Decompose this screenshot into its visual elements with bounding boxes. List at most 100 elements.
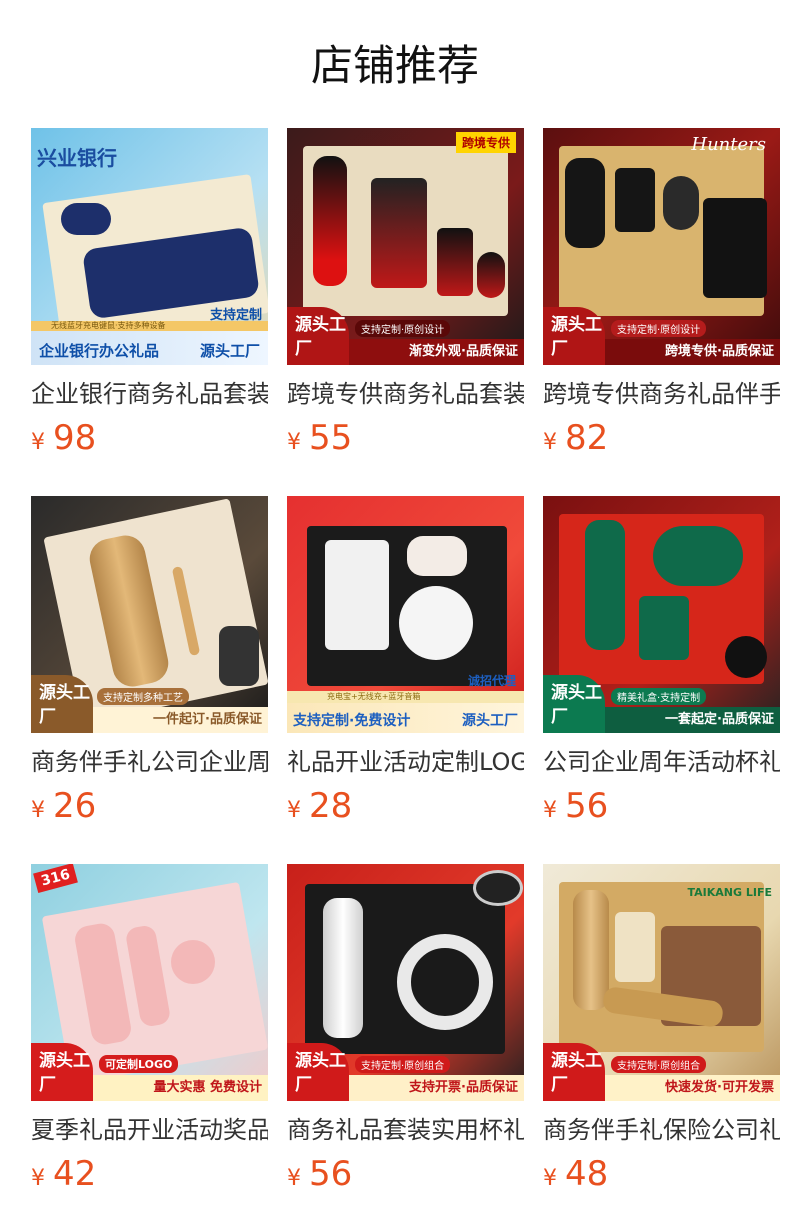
product-price: ¥82 — [543, 418, 608, 458]
banner-right-text: 源头工厂 — [199, 342, 260, 360]
product-image[interactable]: 源头工厂 支持定制·原创组合 支持开票·品质保证 — [287, 864, 524, 1101]
mouse-graphic — [477, 252, 505, 298]
product-name[interactable]: 夏季礼品开业活动奖品 — [31, 1115, 268, 1145]
factory-badge: 源头工厂 — [31, 675, 93, 733]
notebook-graphic — [703, 198, 767, 298]
product-name[interactable]: 商务伴手礼保险公司礼品 — [543, 1115, 780, 1145]
price-symbol: ¥ — [287, 430, 301, 455]
powerbank-graphic — [615, 168, 655, 232]
price-value: 26 — [53, 786, 97, 826]
product-card[interactable]: 源头工厂 支持定制多种工艺 一件起订·品质保证 商务伴手礼公司企业周年 ¥26 — [31, 496, 268, 864]
mouse-graphic — [61, 203, 111, 235]
powerbank-graphic — [325, 540, 389, 650]
banner-left-text: 支持定制·免费设计 — [293, 713, 411, 729]
price-symbol: ¥ — [543, 1166, 557, 1191]
price-value: 48 — [565, 1154, 609, 1194]
product-card[interactable]: 充电宝+无线充+蓝牙音箱 支持定制·免费设计 源头工厂 诚招代理 礼品开业活动定… — [287, 496, 524, 864]
factory-badge: 源头工厂 — [543, 1043, 605, 1101]
price-value: 56 — [565, 786, 609, 826]
product-price: ¥56 — [287, 1154, 352, 1194]
mouse-graphic — [663, 176, 699, 230]
tag-small: 可定制LOGO — [99, 1055, 179, 1073]
banner: 支持定制·免费设计 源头工厂 — [287, 703, 524, 733]
tagline: 跨境专供·品质保证 — [665, 344, 774, 359]
product-card[interactable]: 316 源头工厂 可定制LOGO 量大实惠 免费设计 夏季礼品开业活动奖品 ¥4… — [31, 864, 268, 1232]
recommend-page: 店铺推荐 兴业银行 无线蓝牙充电键鼠·支持多种设备 企业银行办公礼品 源头工厂 … — [0, 0, 790, 1232]
product-image[interactable]: 源头工厂 支持定制多种工艺 一件起订·品质保证 — [31, 496, 268, 733]
corner-label: 316 — [33, 864, 79, 893]
price-value: 42 — [53, 1154, 97, 1194]
brand-logo: TAIKANG LIFE — [687, 886, 773, 899]
product-name[interactable]: 企业银行商务礼品套装 — [31, 379, 268, 409]
product-price: ¥48 — [543, 1154, 608, 1194]
factory-badge: 源头工厂 — [31, 1043, 93, 1101]
product-image[interactable]: 兴业银行 无线蓝牙充电键鼠·支持多种设备 企业银行办公礼品 源头工厂 支持定制 — [31, 128, 268, 365]
factory-badge: 源头工厂 — [287, 1043, 349, 1101]
powerbank-graphic — [615, 912, 655, 982]
notebook-graphic — [371, 178, 427, 288]
product-image[interactable]: 源头工厂 精美礼盒·支持定制 一套起定·品质保证 — [543, 496, 780, 733]
product-name[interactable]: 礼品开业活动定制LOGO — [287, 747, 524, 777]
speaker-graphic — [473, 870, 523, 906]
price-value: 55 — [309, 418, 353, 458]
tagline: 一套起定·品质保证 — [665, 712, 774, 727]
product-price: ¥56 — [543, 786, 608, 826]
price-value: 98 — [53, 418, 97, 458]
price-value: 56 — [309, 1154, 353, 1194]
tag-small: 支持定制·原创设计 — [355, 320, 451, 337]
factory-badge: 源头工厂 — [287, 307, 349, 365]
banner-right-top-text: 支持定制 — [209, 308, 262, 323]
product-image[interactable]: TAIKANG LIFE 源头工厂 支持定制·原创组合 快速发货·可开发票 — [543, 864, 780, 1101]
bottle-graphic — [323, 898, 363, 1038]
powerbank-graphic — [437, 228, 473, 296]
speaker-graphic — [407, 536, 467, 576]
banner-right-text: 源头工厂 — [462, 713, 518, 729]
product-name[interactable]: 跨境专供商务礼品套装 — [287, 379, 524, 409]
product-name[interactable]: 商务伴手礼公司企业周年 — [31, 747, 268, 777]
bottle-graphic — [585, 520, 625, 650]
product-image[interactable]: 316 源头工厂 可定制LOGO 量大实惠 免费设计 — [31, 864, 268, 1101]
product-card[interactable]: 源头工厂 精美礼盒·支持定制 一套起定·品质保证 公司企业周年活动杯礼盒 ¥56 — [543, 496, 780, 864]
product-price: ¥55 — [287, 418, 352, 458]
product-name[interactable]: 商务礼品套装实用杯礼盒 — [287, 1115, 524, 1145]
price-symbol: ¥ — [287, 798, 301, 823]
product-card[interactable]: TAIKANG LIFE 源头工厂 支持定制·原创组合 快速发货·可开发票 商务… — [543, 864, 780, 1232]
product-image[interactable]: 跨境专供 源头工厂 支持定制·原创设计 渐变外观·品质保证 — [287, 128, 524, 365]
corner-label: 跨境专供 — [455, 132, 516, 153]
banner-right-top-text: 诚招代理 — [467, 674, 516, 688]
product-card[interactable]: Hunters 源头工厂 支持定制·原创设计 跨境专供·品质保证 跨境专供商务礼… — [543, 128, 780, 496]
tagline: 量大实惠 免费设计 — [153, 1080, 262, 1095]
price-symbol: ¥ — [31, 1166, 45, 1191]
brand-logo: 兴业银行 — [37, 146, 117, 170]
product-image[interactable]: 充电宝+无线充+蓝牙音箱 支持定制·免费设计 源头工厂 诚招代理 — [287, 496, 524, 733]
neck-massager-graphic — [397, 934, 493, 1030]
price-symbol: ¥ — [287, 1166, 301, 1191]
tag-small: 支持定制多种工艺 — [97, 688, 189, 705]
product-card[interactable]: 兴业银行 无线蓝牙充电键鼠·支持多种设备 企业银行办公礼品 源头工厂 支持定制 … — [31, 128, 268, 496]
product-name[interactable]: 跨境专供商务礼品伴手礼 — [543, 379, 780, 409]
bottle-graphic — [313, 156, 347, 286]
bottle-graphic — [565, 158, 605, 248]
fan-graphic — [171, 940, 215, 984]
product-image[interactable]: Hunters 源头工厂 支持定制·原创设计 跨境专供·品质保证 — [543, 128, 780, 365]
bottle-graphic — [573, 890, 609, 1010]
product-card[interactable]: 跨境专供 源头工厂 支持定制·原创设计 渐变外观·品质保证 跨境专供商务礼品套装… — [287, 128, 524, 496]
banner-left-text: 企业银行办公礼品 — [39, 342, 160, 360]
umbrella-graphic — [219, 626, 259, 686]
product-price: ¥42 — [31, 1154, 96, 1194]
product-grid: 兴业银行 无线蓝牙充电键鼠·支持多种设备 企业银行办公礼品 源头工厂 支持定制 … — [31, 128, 780, 1232]
price-symbol: ¥ — [543, 430, 557, 455]
wireless-charger-graphic — [399, 586, 473, 660]
price-symbol: ¥ — [31, 798, 45, 823]
banner: 企业银行办公礼品 源头工厂 — [31, 331, 268, 365]
section-title: 店铺推荐 — [310, 41, 479, 90]
tagline: 渐变外观·品质保证 — [409, 344, 518, 359]
price-symbol: ¥ — [31, 430, 45, 455]
price-symbol: ¥ — [543, 798, 557, 823]
brand-logo: Hunters — [691, 134, 766, 155]
product-card[interactable]: 源头工厂 支持定制·原创组合 支持开票·品质保证 商务礼品套装实用杯礼盒 ¥56 — [287, 864, 524, 1232]
product-price: ¥98 — [31, 418, 96, 458]
product-name[interactable]: 公司企业周年活动杯礼盒 — [543, 747, 780, 777]
product-price: ¥26 — [31, 786, 96, 826]
product-price: ¥28 — [287, 786, 352, 826]
